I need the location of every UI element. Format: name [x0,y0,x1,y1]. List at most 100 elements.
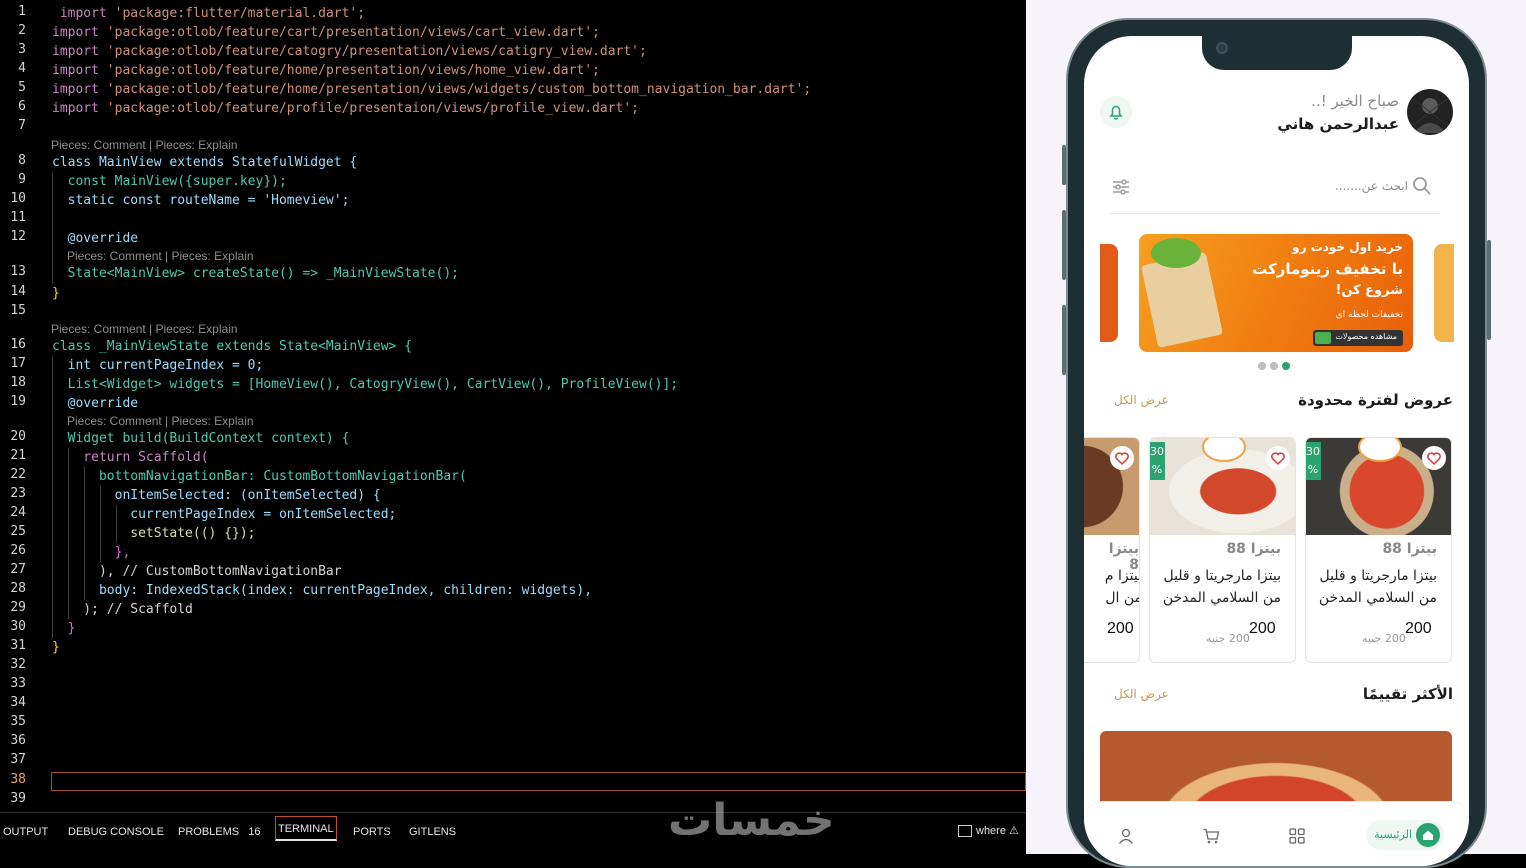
code-line-18: List<Widget> widgets = [HomeView(), Cato… [52,375,679,394]
import-path: 'package:otlob/feature/home/presentation… [106,63,600,78]
code-text: } [52,286,60,301]
line-number: 3 [18,42,26,57]
product-card[interactable]: بيتزا 8 بيتزا م من ال 200 [1084,437,1140,663]
favorite-button[interactable] [1110,446,1134,470]
favorite-button[interactable] [1266,446,1290,470]
terminal-instance[interactable]: where ⚠ [958,824,1019,838]
tab-gitlens[interactable]: GITLENS [409,826,456,838]
carousel-dot-active[interactable] [1282,362,1290,370]
line-number: 12 [10,229,26,244]
code-text: int currentPageIndex = 0; [52,358,264,373]
tab-debug-console[interactable]: DEBUG CONSOLE [68,826,164,838]
code-line-6: import 'package:otlob/feature/profile/pr… [52,99,639,118]
nav-home[interactable]: الرئيسية [1366,820,1444,850]
code-text: import 'package:otlob/feature/profile/pr… [52,101,639,116]
line-number: 1 [18,4,26,19]
bell-icon [1109,105,1123,120]
tab-output[interactable]: OUTPUT [3,826,48,838]
line-number: 9 [18,172,26,187]
arrow-icon [1315,332,1331,344]
product-old-price: 200 جنيه [1362,632,1406,645]
code-line-21: return Scaffold( [52,448,208,467]
view-all-link[interactable]: عرض الكل [1114,393,1169,407]
phone-screen[interactable]: صباح الخير !.. عبدالرحمن هاني ابحث عن...… [1084,36,1469,866]
greeting-text: صباح الخير !.. [1311,92,1399,110]
promo-banner[interactable]: خرید اول خودت رو با تخفیف زینومارکت شروع… [1139,234,1413,352]
filter-icon[interactable] [1110,176,1132,198]
categories-icon[interactable] [1288,827,1306,845]
tab-terminal[interactable]: TERMINAL [275,816,337,841]
line-number: 15 [10,303,26,318]
avatar-image [1410,96,1450,133]
terminal-name: where [976,825,1006,837]
import-keyword: import [52,63,107,78]
codelens[interactable]: Pieces: Comment | Pieces: Explain [67,414,254,428]
tab-ports[interactable]: PORTS [353,826,391,838]
view-all-link[interactable]: عرض الكل [1114,687,1169,701]
carousel-dot[interactable] [1258,362,1266,370]
camera-icon [1216,42,1228,54]
section-title-top-rated: الأكثر تقييمًا [1362,685,1453,703]
product-card[interactable]: 30 % بيتزا 88 بيتزا مارجريتا و قليل من ا… [1305,437,1452,663]
indent-guide [100,486,101,562]
product-card[interactable]: 30 % بيتزا 88 بيتزا مارجريتا و قليل من ا… [1149,437,1296,663]
home-icon [1416,823,1440,847]
line-number: 21 [10,448,26,463]
profile-icon[interactable] [1117,827,1135,845]
line-number: 14 [10,284,26,299]
banner-prev-peek[interactable] [1100,244,1118,342]
line-number: 35 [10,714,26,729]
bell-button[interactable] [1100,96,1132,128]
banner-next-peek[interactable] [1434,244,1454,342]
code-line-5: import 'package:otlob/feature/home/prese… [52,80,811,99]
line-number: 33 [10,676,26,691]
product-price: 200 [1249,620,1276,637]
line-number: 5 [18,80,26,95]
code-text: } [52,621,76,636]
line-number: 39 [10,791,26,806]
line-number: 28 [10,581,26,596]
bottom-navigation-bar: الرئيسية [1084,801,1469,866]
codelens[interactable]: Pieces: Comment | Pieces: Explain [51,322,238,336]
avatar[interactable] [1407,89,1453,135]
product-price: 200 [1107,620,1134,637]
line-number: 13 [10,264,26,279]
favorite-button[interactable] [1422,446,1446,470]
code-text: }, [52,545,131,560]
produce-image [1151,238,1201,268]
code-text: class MainView extends StatefulWidget { [52,155,358,170]
indent-guide [116,505,117,543]
code-line-20: Widget build(BuildContext context) { [52,429,350,448]
nav-home-label: الرئيسية [1374,828,1412,841]
code-line-8: class MainView extends StatefulWidget { [52,153,357,172]
search-input[interactable]: ابحث عن....... [1335,179,1408,193]
search-icon[interactable] [1412,176,1432,196]
product-name: بيتزا 88 [1226,541,1281,557]
tab-problems[interactable]: PROBLEMS 16 [178,826,261,838]
product-description: بيتزا مارجريتا و قليل من السلامي المدخن [1162,568,1281,606]
tab-problems-label: PROBLEMS [178,826,240,838]
banner-line-1: خرید اول خودت رو [1292,240,1403,254]
indent-guide [52,356,53,638]
cart-icon[interactable] [1202,827,1220,845]
codelens[interactable]: Pieces: Comment | Pieces: Explain [67,249,254,263]
indent-guide [68,448,69,619]
import-keyword: import [52,101,107,116]
banner-line-2: با تخفیف زینومارکت [1252,260,1403,278]
code-text: class _MainViewState extends State<MainV… [52,339,413,354]
code-text: static const routeName = 'Homeview'; [52,193,350,208]
code-text: ); // Scaffold [52,602,193,617]
carousel-dot[interactable] [1270,362,1278,370]
banner-line-3: شروع کن! [1335,283,1403,298]
warning-icon: ⚠ [1009,825,1019,837]
code-line-27: ), // CustomBottomNavigationBar [52,562,342,581]
codelens[interactable]: Pieces: Comment | Pieces: Explain [51,138,238,152]
line-number: 4 [18,61,26,76]
code-editor[interactable]: 1 2 3 4 5 6 7 8 9 10 11 12 13 14 15 16 17 18 19 20 21 22 23 24 2… [0,0,1026,812]
code-text: setState(() {}); [52,526,256,541]
search-bar[interactable]: ابحث عن....... [1110,162,1440,214]
banner-cta-button[interactable]: مشاهده محصولات [1313,330,1403,346]
line-number: 11 [10,210,26,225]
watermark: خمسات [668,795,835,846]
import-keyword: import [52,25,107,40]
